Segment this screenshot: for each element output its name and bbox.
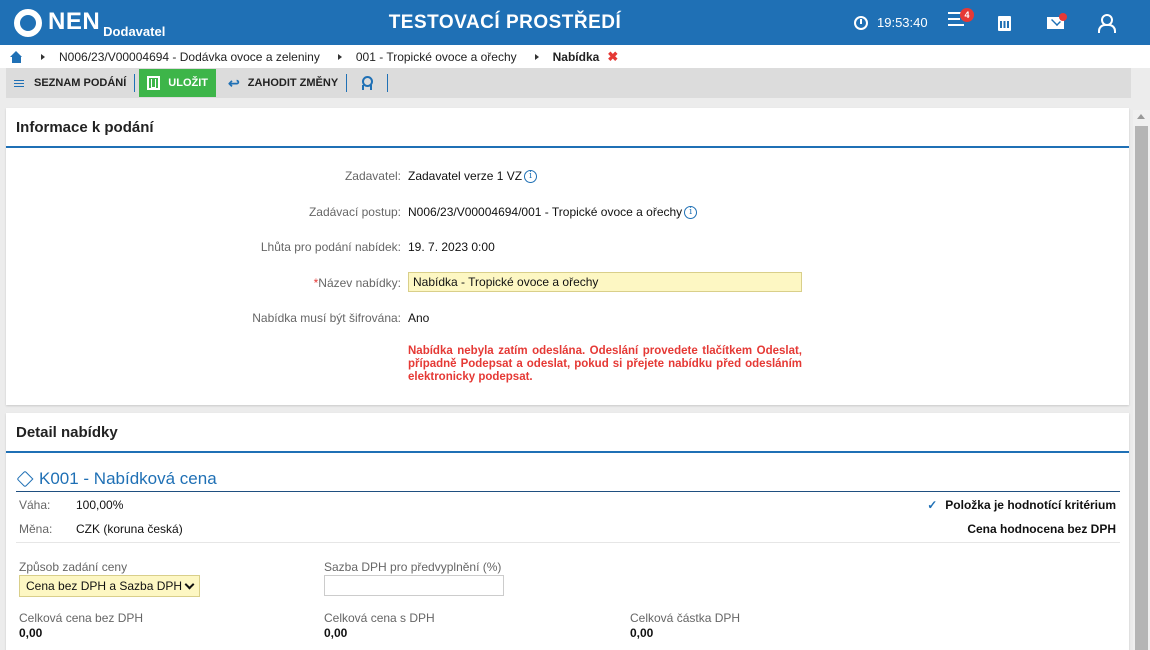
vat-amount-label: Celková částka DPH [630,611,741,625]
procedure-value: N006/23/V00004694/001 - Tropické ovoce a… [408,205,683,219]
mail-unread-dot [1059,13,1067,21]
deadline-row: Lhůta pro podání nabídek: 19. 7. 2023 0:… [6,240,1129,258]
currency-label: Měna: [19,522,53,536]
discard-changes-button[interactable]: ↩ ZAHODIT ZMĚNY [220,68,346,98]
deadline-label: Lhůta pro podání nabídek: [260,240,401,254]
encryption-value: Ano [408,311,430,325]
item-divider [16,491,1120,492]
chevron-down-icon [184,579,195,589]
top-bar: NEN Dodavatel TESTOVACÍ PROSTŘEDÍ 19:53:… [0,0,1150,45]
vat-amount-value: 0,00 [630,626,654,640]
home-icon[interactable] [10,50,23,63]
price-method-value: Cena bez DPH a Sazba DPH [26,579,183,593]
close-icon[interactable]: ✖ [607,49,618,65]
save-button[interactable]: ULOŽIT [139,69,216,97]
deadline-value: 19. 7. 2023 0:00 [408,240,495,254]
criterion-item-title: K001 - Nabídková cena [16,469,217,489]
check-icon: ✓ [927,498,938,512]
award-icon[interactable] [347,68,387,98]
contracting-authority-label: Zadavatel: [344,169,401,183]
scroll-thumb[interactable] [1135,126,1148,650]
weight-value: 100,00% [76,498,124,512]
procedure-row: Zadávací postup: N006/23/V00004694/001 -… [6,205,1129,223]
encryption-label: Nabídka musí být šifrována: [252,311,401,325]
breadcrumb-arrow-icon [534,53,539,60]
toolbar-divider [387,74,389,92]
criterion-item-name: K001 - Nabídková cena [39,469,217,488]
breadcrumb-arrow-icon [41,53,45,60]
vat-rate-label: Sazba DPH pro předvyplnění (%) [324,560,502,574]
weight-label: Váha: [19,498,51,512]
submission-info-panel: Informace k podání Zadavatel: Zadavatel … [6,108,1129,405]
section-divider [16,542,1120,543]
total-with-vat-value: 0,00 [324,626,348,640]
evaluation-criterion-label: Položka je hodnotící kritérium [945,498,1116,512]
document-icon [147,76,161,90]
clock-time: 19:53:40 [877,15,928,30]
submissions-list-button[interactable]: SEZNAM PODÁNÍ [6,68,134,98]
contracting-authority-value: Zadavatel verze 1 VZ [408,169,523,183]
calculator-icon[interactable] [998,16,1011,31]
price-method-select[interactable]: Cena bez DPH a Sazba DPH [19,575,200,597]
contracting-authority-row: Zadavatel: Zadavatel verze 1 VZ i [6,169,1129,187]
breadcrumb: N006/23/V00004694 - Dodávka ovoce a zele… [0,45,1150,68]
save-label: ULOŽIT [168,77,208,89]
currency-row: Měna: CZK (koruna česká) [19,522,183,536]
scroll-up-icon[interactable] [1137,114,1145,119]
vertical-scrollbar[interactable] [1133,110,1150,650]
weight-row: Váha: 100,00% [19,498,123,512]
procedure-label: Zadávací postup: [308,205,401,219]
evaluation-criterion-flag: ✓ Položka je hodnotící kritérium [927,498,1116,512]
submissions-list-label: SEZNAM PODÁNÍ [34,77,127,89]
offer-name-label: Název nabídky: [318,276,401,290]
offer-name-row: *Název nabídky: [6,272,1129,294]
offer-detail-panel: Detail nabídky K001 - Nabídková cena Váh… [6,413,1129,650]
info-icon[interactable]: i [524,169,538,183]
total-with-vat-label: Celková cena s DPH [324,611,435,625]
offer-name-input[interactable] [408,272,802,292]
vat-rate-input[interactable] [324,575,504,596]
undo-icon: ↩ [228,74,240,91]
breadcrumb-item-contract[interactable]: N006/23/V00004694 - Dodávka ovoce a zele… [59,50,320,64]
discard-changes-label: ZAHODIT ZMĚNY [247,77,339,89]
notification-badge: 4 [960,8,974,22]
total-without-vat-label: Celková cena bez DPH [19,611,144,625]
tag-icon [16,470,34,488]
clock-icon [854,15,868,30]
info-icon[interactable]: i [684,205,698,219]
breadcrumb-item-part[interactable]: 001 - Tropické ovoce a ořechy [356,50,517,64]
breadcrumb-arrow-icon [337,53,342,60]
encryption-row: Nabídka musí být šifrována: Ano [6,311,1129,329]
submission-info-title: Informace k podání [6,108,1129,148]
user-icon[interactable] [1098,14,1116,33]
currency-value: CZK (koruna česká) [76,522,183,536]
price-method-label: Způsob zadání ceny [19,560,128,574]
offer-detail-title: Detail nabídky [6,413,1129,453]
breadcrumb-current: Nabídka [552,49,600,64]
session-clock: 19:53:40 [854,15,928,30]
total-without-vat-value: 0,00 [19,626,43,640]
toolbar-divider [134,74,136,92]
toolbar: SEZNAM PODÁNÍ ULOŽIT ↩ ZAHODIT ZMĚNY [6,68,1131,98]
hamburger-icon [14,78,24,89]
evaluation-basis: Cena hodnocena bez DPH [967,522,1116,536]
not-sent-warning: Nabídka nebyla zatím odeslána. Odeslání … [408,345,802,383]
